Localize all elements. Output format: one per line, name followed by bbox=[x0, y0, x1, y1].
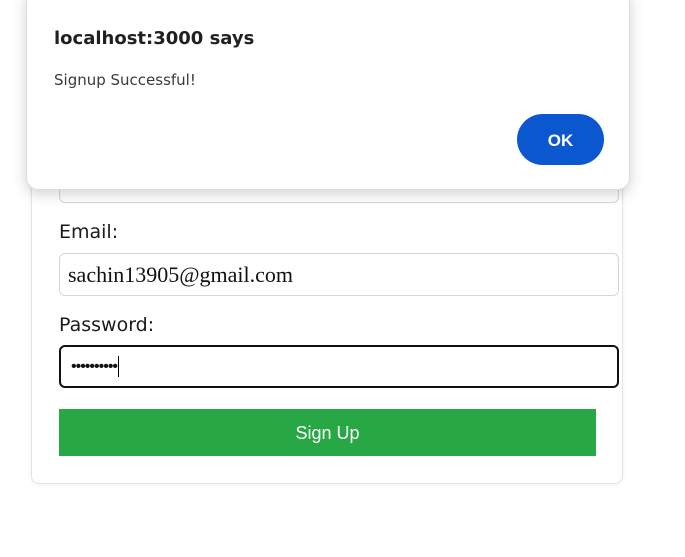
alert-title: localhost:3000 says bbox=[54, 28, 255, 49]
password-label: Password: bbox=[59, 314, 155, 336]
password-value: •••••••••• bbox=[71, 358, 118, 375]
page: Email: sachin13905@gmail.com Password: •… bbox=[0, 0, 685, 557]
ok-button[interactable]: OK bbox=[517, 114, 604, 165]
alert-message: Signup Successful! bbox=[54, 71, 196, 89]
email-field[interactable]: sachin13905@gmail.com bbox=[59, 253, 619, 296]
password-field[interactable]: •••••••••• bbox=[59, 345, 619, 388]
text-caret bbox=[118, 356, 120, 378]
sign-up-button[interactable]: Sign Up bbox=[59, 409, 596, 456]
alert-dialog: localhost:3000 says Signup Successful! O… bbox=[26, 0, 630, 190]
email-label: Email: bbox=[59, 221, 119, 243]
